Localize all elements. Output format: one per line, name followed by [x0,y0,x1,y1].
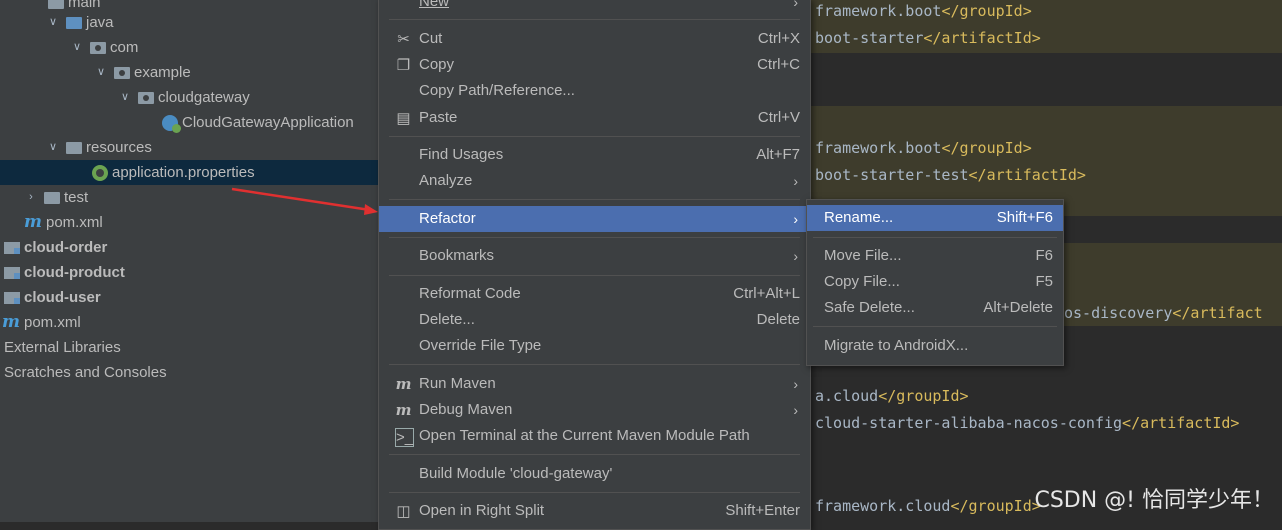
chevron-down-icon[interactable]: ∨ [94,60,108,85]
module-icon [4,266,20,279]
menu-item-build-module[interactable]: Build Module 'cloud-gateway' [379,461,810,487]
tree-item-pom-xml[interactable]: m pom.xml [24,210,103,235]
package-icon [114,66,130,79]
tree-item-resources[interactable]: ∨ resources [46,135,152,160]
copy-icon: ❐ [396,57,411,74]
menu-item-debug-maven[interactable]: m Debug Maven › [379,397,810,423]
chevron-right-icon: › [793,248,798,264]
spring-boot-class-icon [162,114,181,133]
submenu-item-rename[interactable]: Rename... Shift+F6 [807,205,1063,231]
chevron-down-icon[interactable]: ∨ [46,10,60,35]
refactor-submenu: Rename... Shift+F6 Move File... F6 Copy … [806,199,1064,366]
tree-item-scratches[interactable]: Scratches and Consoles [4,360,167,385]
menu-separator [813,237,1057,238]
chevron-right-icon: › [793,376,798,392]
chevron-down-icon[interactable]: ∨ [118,85,132,110]
tree-item-cloud-user[interactable]: cloud-user [4,285,101,310]
source-folder-icon [66,16,82,29]
menu-separator [389,454,800,455]
menu-item-find-usages[interactable]: Find Usages Alt+F7 [379,142,810,168]
spring-properties-icon [92,164,108,181]
terminal-icon: >_ [395,428,414,447]
tree-item-java[interactable]: ∨ java [46,10,114,35]
menu-item-override-file-type[interactable]: Override File Type [379,333,810,359]
menu-item-cut[interactable]: ✂ Cut Ctrl+X [379,26,810,52]
paste-icon: ▤ [396,110,411,127]
tree-item-cloudgateway[interactable]: ∨ cloudgateway [118,85,250,110]
menu-item-refactor[interactable]: Refactor › [379,206,810,232]
tree-item-application-properties[interactable]: application.properties [0,160,378,185]
chevron-right-icon: › [793,211,798,227]
submenu-item-migrate-androidx[interactable]: Migrate to AndroidX... [807,333,1063,359]
tree-item-cloud-order[interactable]: cloud-order [4,235,107,260]
tree-item-root-pom-xml[interactable]: m pom.xml [2,310,81,335]
tree-item-cloudgatewayapplication[interactable]: CloudGatewayApplication [162,110,354,135]
menu-item-copy[interactable]: ❐ Copy Ctrl+C [379,52,810,78]
menu-item-copy-path[interactable]: Copy Path/Reference... [379,78,810,104]
menu-separator [813,326,1057,327]
tree-item-cloud-product[interactable]: cloud-product [4,260,125,285]
chevron-right-icon: › [793,0,798,10]
chevron-right-icon: › [793,173,798,189]
package-icon [90,41,106,54]
code-line: boot-starter-test</artifactId> [815,166,1086,184]
code-line: framework.boot</groupId> [815,2,1032,20]
menu-separator [389,237,800,238]
menu-item-open-right-split[interactable]: ◫ Open in Right Split Shift+Enter [379,498,810,524]
code-line: boot-starter</artifactId> [815,29,1041,47]
folder-icon [48,0,64,9]
menu-item-run-maven[interactable]: m Run Maven › [379,371,810,397]
split-icon: ◫ [396,503,411,520]
menu-separator [389,364,800,365]
package-icon [138,91,154,104]
maven-run-icon: m [395,375,412,393]
menu-item-bookmarks[interactable]: Bookmarks › [379,243,810,269]
module-icon [4,241,20,254]
module-icon [4,291,20,304]
menu-separator [389,199,800,200]
maven-icon: m [24,212,42,232]
chevron-right-icon[interactable]: › [24,185,38,210]
maven-debug-icon: m [395,401,412,419]
menu-item-reformat-code[interactable]: Reformat Code Ctrl+Alt+L [379,281,810,307]
tree-item-com[interactable]: ∨ com [70,35,138,60]
code-line: framework.boot</groupId> [815,139,1032,157]
menu-item-open-terminal[interactable]: >_ Open Terminal at the Current Maven Mo… [379,423,810,449]
chevron-down-icon[interactable]: ∨ [46,135,60,160]
folder-icon [44,191,60,204]
scissors-icon: ✂ [397,31,410,48]
chevron-down-icon[interactable]: ∨ [70,35,84,60]
context-menu: New › ✂ Cut Ctrl+X ❐ Copy Ctrl+C Copy Pa… [378,0,811,530]
tree-item-external-libraries[interactable]: External Libraries [4,335,121,360]
tree-item-test[interactable]: › test [24,185,88,210]
code-line: a.cloud</groupId> [815,387,969,405]
menu-separator [389,492,800,493]
tree-item-example[interactable]: ∨ example [94,60,191,85]
maven-icon: m [2,312,20,332]
menu-separator [389,19,800,20]
menu-item-analyze[interactable]: Analyze › [379,168,810,194]
code-line: framework.cloud</groupId> [815,497,1041,515]
chevron-right-icon: › [793,402,798,418]
project-tree: main ∨ java ∨ com ∨ example ∨ cloudgatew… [0,0,378,522]
submenu-item-copy-file[interactable]: Copy File... F5 [807,269,1063,295]
submenu-item-move-file[interactable]: Move File... F6 [807,243,1063,269]
menu-item-new[interactable]: New › [379,0,810,15]
submenu-item-safe-delete[interactable]: Safe Delete... Alt+Delete [807,295,1063,321]
code-line: cloud-starter-alibaba-nacos-config</arti… [815,414,1240,432]
menu-item-paste[interactable]: ▤ Paste Ctrl+V [379,105,810,131]
menu-separator [389,136,800,137]
menu-separator [389,275,800,276]
resources-folder-icon [66,141,82,154]
menu-item-delete[interactable]: Delete... Delete [379,307,810,333]
watermark: CSDN @! 恰同学少年！ [1034,488,1274,513]
code-line: os-discovery</artifact [1064,304,1263,322]
